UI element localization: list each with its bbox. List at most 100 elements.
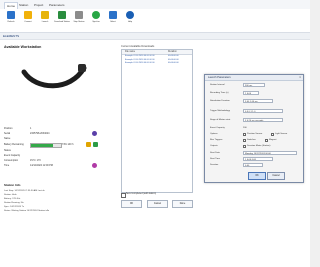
magnet-label: Magnet bbox=[269, 139, 277, 141]
check-row-label: Outputs bbox=[210, 145, 218, 147]
refresh-button[interactable]: Refresh bbox=[3, 10, 19, 30]
stimulation-duration-input[interactable]: 3.00 1.00 ms bbox=[243, 99, 273, 103]
tab-project[interactable]: Project bbox=[32, 2, 45, 8]
ok-button[interactable]: OK bbox=[121, 200, 142, 208]
sync-status-icon bbox=[93, 142, 98, 147]
stop-label: Stop Station bbox=[73, 21, 85, 23]
download-icon bbox=[58, 11, 66, 19]
select-button[interactable]: Select bbox=[105, 10, 121, 30]
prop-value-time: 14/12/2024 12:00 PM bbox=[30, 164, 53, 167]
secondary-toolbar: ELEMENTS bbox=[0, 33, 310, 40]
switches-checkbox[interactable] bbox=[243, 139, 246, 142]
device-image bbox=[21, 64, 87, 89]
cell-file: Example 01 00 2024 00 00 00 00 bbox=[125, 55, 155, 57]
prop-label-event-capacity: Event Capacity bbox=[4, 154, 21, 157]
log-line: Battery: 74% Est bbox=[4, 198, 21, 200]
dialog-ok-button[interactable]: OK bbox=[248, 172, 266, 180]
launch-label: Launch bbox=[41, 21, 49, 23]
recording-time-input[interactable]: 1 0:00 bbox=[243, 91, 259, 95]
duration-motor-checkbox[interactable] bbox=[243, 145, 246, 148]
stop-icon bbox=[75, 11, 83, 19]
cancel-button[interactable]: Cancel bbox=[147, 200, 168, 208]
ribbon: Refresh Connect Launch Download Station … bbox=[0, 9, 310, 33]
log-line: Station Running: No bbox=[4, 202, 24, 204]
duration-input[interactable]: 0:00 bbox=[243, 163, 263, 167]
tab-home[interactable]: Home bbox=[4, 2, 19, 9]
select-icon bbox=[109, 11, 117, 19]
prop-label-time: Time bbox=[4, 164, 10, 167]
prop-label-status: Status bbox=[4, 149, 11, 152]
done-button[interactable]: Done bbox=[172, 200, 193, 208]
clock-icon bbox=[92, 163, 97, 168]
tab-parameters[interactable]: Parameters bbox=[47, 2, 67, 8]
download-station-button[interactable]: Download Station bbox=[54, 10, 70, 30]
sync-icon bbox=[92, 11, 100, 19]
prop-label-consumption: Consumption bbox=[4, 159, 19, 162]
connect-label: Connect bbox=[24, 21, 32, 23]
refresh-icon bbox=[7, 11, 15, 19]
cell-file: Example 01 00 2024 00 00 00 00 bbox=[125, 58, 155, 61]
stop-station-button[interactable]: Stop Station bbox=[71, 10, 87, 30]
close-icon[interactable]: × bbox=[299, 75, 301, 79]
panel-title: Available Workstation bbox=[4, 45, 42, 49]
log-line: Last Stop: 14/12/2024 7:35:30 AM Last ok bbox=[4, 190, 45, 192]
downloads-table[interactable]: File name Duration Example 01 00 2024 00… bbox=[121, 49, 193, 193]
check-row-label: Options bbox=[210, 133, 218, 135]
cell-duration: 00:00:00:00 bbox=[168, 62, 179, 64]
dialog-cancel-button[interactable]: Cancel bbox=[267, 172, 285, 180]
prop-value-serial: 2345798-2034024 bbox=[30, 132, 50, 135]
launch-icon bbox=[41, 11, 49, 19]
check-row-label: Run Triggers bbox=[210, 139, 223, 141]
trigger-methodology-input[interactable]: 0.5 0.1 1.0 bbox=[243, 109, 283, 113]
station-interval-input[interactable]: 300 ms bbox=[243, 83, 265, 87]
start-time-label: Start Time bbox=[210, 158, 220, 160]
launch-parameters-dialog: Launch Parameters × Station Interval 300… bbox=[204, 74, 304, 183]
warning-icon bbox=[86, 142, 91, 147]
download-label: Download Station bbox=[54, 21, 70, 23]
breadcrumb: ELEMENTS bbox=[3, 34, 20, 38]
launch-button[interactable]: Launch bbox=[37, 10, 53, 30]
synchro-label: Synchro bbox=[92, 21, 100, 23]
position-sensor-checkbox[interactable] bbox=[243, 133, 246, 136]
field-label: Trigger Methodology bbox=[210, 110, 230, 112]
field-label: Station Interval bbox=[210, 84, 225, 86]
station-panel: Available Workstation Position 1 Serial … bbox=[0, 40, 115, 267]
synchro-button[interactable]: Synchro bbox=[88, 10, 104, 30]
prop-label-position: Position bbox=[4, 127, 13, 130]
light-sensor-checkbox[interactable] bbox=[271, 133, 274, 136]
start-time-input[interactable]: 1 0:00 0:00 bbox=[243, 157, 273, 161]
start-date-label: Start Date bbox=[210, 152, 220, 154]
event-capacity-value: 200 bbox=[243, 127, 247, 129]
downloads-title: Current Available Downloads bbox=[121, 45, 155, 48]
light-sensor-label: Light Sensor bbox=[275, 133, 288, 135]
prop-value-consumption: 15.5 / 173 bbox=[30, 159, 41, 162]
refresh-label: Refresh bbox=[7, 21, 15, 23]
log-line: Status: Waiting Station 14/12/2024 Stati… bbox=[4, 210, 50, 212]
cell-file: Example 01 00 2024 00 00 00 00 bbox=[125, 62, 155, 64]
cell-duration: 00:00:00:00 bbox=[168, 55, 179, 57]
tab-station[interactable]: Station bbox=[17, 2, 30, 8]
connect-button[interactable]: Connect bbox=[20, 10, 36, 30]
prop-value-position: 1 bbox=[30, 127, 32, 130]
start-date-input[interactable]: Monday, 16/12/2024 00:00 bbox=[243, 151, 297, 155]
column-header-duration[interactable]: Duration bbox=[168, 51, 177, 53]
field-label: Event Capacity bbox=[210, 127, 225, 129]
dialog-titlebar[interactable]: Launch Parameters × bbox=[205, 75, 303, 81]
downloads-panel: Current Available Downloads File name Du… bbox=[114, 40, 200, 267]
column-header-file[interactable]: File name bbox=[125, 51, 135, 53]
duration-label: Duration bbox=[210, 164, 219, 166]
log-line: Sync: 14/12/2024 Tx bbox=[4, 206, 25, 208]
switches-label: Switches bbox=[247, 139, 256, 141]
field-label: Stage of Motion start bbox=[210, 119, 231, 121]
dialog-title: Launch Parameters bbox=[208, 75, 231, 79]
field-label: Stimulation Duration bbox=[210, 100, 230, 102]
connect-icon bbox=[24, 11, 32, 19]
station-status-icon bbox=[92, 131, 97, 136]
magnet-checkbox[interactable] bbox=[265, 139, 268, 142]
help-icon bbox=[126, 11, 134, 19]
help-button[interactable]: Help bbox=[122, 10, 138, 30]
motion-start-input[interactable]: 3 0.20 ms seconds bbox=[243, 118, 283, 122]
table-row[interactable]: Example 01 00 2024 00 00 00 00 00:00:00:… bbox=[122, 62, 192, 65]
position-sensor-label: Position Sensor bbox=[247, 133, 263, 135]
send-completed-label: Send completed (add station) bbox=[126, 193, 157, 195]
